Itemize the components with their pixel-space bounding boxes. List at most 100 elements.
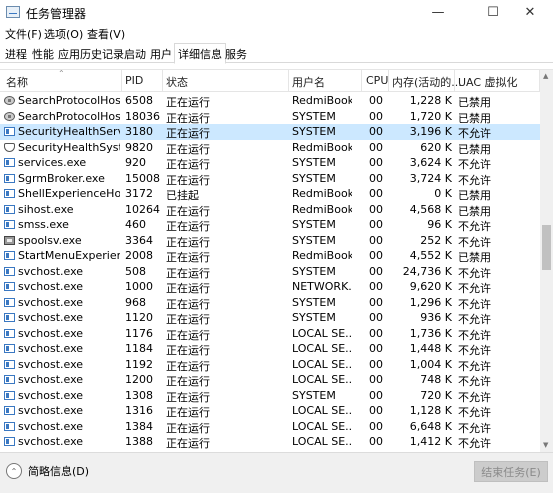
tab-app-history[interactable]: 应用历史记录 (55, 44, 127, 63)
col-header-pid[interactable]: PID (125, 74, 143, 87)
process-cpu: 00 (369, 125, 383, 138)
process-memory: 1,228 K (409, 94, 452, 107)
process-pid: 1316 (125, 404, 153, 417)
process-user: SYSTEM (292, 264, 336, 278)
table-row[interactable]: StartMenuExperien...2008正在运行RedmiBook004… (0, 248, 540, 264)
window-icon (4, 421, 15, 431)
tab-details[interactable]: 详细信息 (174, 43, 226, 64)
fewer-details-label: 简略信息(D) (28, 465, 90, 478)
table-row[interactable]: svchost.exe 1308 正在运行 SYSTEM 00 720 K 不允许 (0, 388, 540, 404)
table-row[interactable]: svchost.exe 1316 正在运行 LOCAL SE... 00 1,128 K不… (0, 403, 540, 419)
process-name: svchost.exe (18, 357, 84, 371)
process-cpu: 00 (369, 373, 383, 386)
process-memory: 6,648 K (409, 419, 452, 433)
col-header-name[interactable]: 名称 (6, 74, 28, 90)
window-icon (4, 375, 15, 384)
process-name: ShellExperienceHos... (18, 187, 120, 200)
chevron-up-icon: ⌃ (6, 463, 22, 479)
table-row[interactable]: svchost.exe 1388 正在运行 LOCAL SE... 00 1,412 K 不… (0, 434, 540, 450)
table-row[interactable]: svchost.exe1000正在运行NETWORK...009,620 K不允… (0, 279, 540, 295)
table-row[interactable]: services.exe 920 正在运行 SYSTEM 00 3,624 K 不允许 (0, 155, 540, 171)
scroll-thumb[interactable] (542, 225, 551, 270)
process-pid: 3364 (125, 233, 153, 247)
close-button[interactable]: ✕ (507, 0, 553, 25)
table-header: ⌃ 名称 PID 状态 用户名 CPU 内存(活动的... UAC 虚拟化 (0, 69, 540, 92)
process-cpu: 00 (369, 109, 383, 123)
table-row[interactable]: SearchProtocolHost...18036正在运行SYSTEM001,… (0, 109, 540, 125)
process-name: svchost.exe (18, 311, 84, 324)
table-row[interactable]: smss.exe 460 正在运行 SYSTEM 00 96 K 不允许 (0, 217, 540, 233)
menu-view[interactable]: 查看(V) (87, 26, 125, 42)
process-cpu: 00 (369, 202, 383, 216)
table-row[interactable]: svchost.exe 1200 正在运行 LOCAL SE... 00 748 K 不允许 (0, 372, 540, 388)
col-header-uac[interactable]: UAC 虚拟化 (458, 74, 518, 90)
fewer-details-button[interactable]: ⌃ 简略信息(D) (6, 463, 89, 479)
table-row[interactable]: SgrmBroker.exe 15008 正在运行 SYSTEM 00 3,724 K 不允… (0, 171, 540, 187)
minimize-button[interactable]: — (415, 0, 461, 25)
window-icon (4, 266, 15, 276)
table-row[interactable]: svchost.exe 1184 正在运行 LOCAL SE... 00 1,448 K不… (0, 341, 540, 357)
table-row[interactable]: svchost.exe 1176 正在运行 LOCAL SE... 00 1,736 K不… (0, 326, 540, 342)
process-cpu: 00 (369, 357, 383, 371)
process-user: SYSTEM (292, 233, 336, 247)
process-user: LOCAL SE... (292, 419, 352, 433)
footer-bar: ⌃ 简略信息(D) 结束任务(E) (0, 452, 553, 493)
scroll-down-arrow-icon[interactable]: ▼ (543, 441, 548, 449)
col-header-user[interactable]: 用户名 (292, 74, 325, 90)
table-row[interactable]: svchost.exe 1120 正在运行 SYSTEM 00 936 K 不允许 (0, 310, 540, 326)
process-user: RedmiBook (292, 187, 352, 200)
process-name: SearchProtocolHost... (18, 94, 120, 107)
tab-users[interactable]: 用户 (147, 44, 175, 63)
title-bar: 任务管理器 — ☐ ✕ (0, 0, 553, 25)
window-icon (4, 344, 15, 353)
col-header-memory[interactable]: 内存(活动的... (392, 74, 462, 90)
tab-performance[interactable]: 性能 (29, 44, 57, 63)
tab-startup[interactable]: 启动 (121, 44, 149, 63)
process-user: RedmiBook (292, 249, 352, 262)
process-memory: 1,004 K (409, 357, 452, 371)
table-row[interactable]: spoolsv.exe 3364 正在运行 SYSTEM 00 252 K 不允许 (0, 233, 540, 249)
tab-processes[interactable]: 进程 (2, 44, 30, 63)
table-row[interactable]: svchost.exe 508 正在运行 SYSTEM 00 24,736 K 不允许 (0, 264, 540, 280)
process-memory: 620 K (420, 140, 452, 154)
menu-file[interactable]: 文件(F) (5, 26, 42, 42)
process-memory: 4,552 K (409, 249, 452, 262)
vertical-scrollbar[interactable]: ▲ ▼ (540, 70, 553, 453)
process-cpu: 00 (369, 342, 383, 355)
table-row[interactable]: svchost.exe 968 正在运行 SYSTEM 00 1,296 K 不允许 (0, 295, 540, 311)
end-task-button[interactable]: 结束任务(E) (474, 461, 548, 482)
process-memory: 3,196 K (409, 125, 452, 138)
table-row[interactable]: SecurityHealthSystr...9820正在运行RedmiBook0… (0, 140, 540, 156)
process-pid: 1176 (125, 326, 153, 340)
process-name: svchost.exe (18, 280, 84, 293)
table-row[interactable]: svchost.exe 1192 正在运行 LOCAL SE... 00 1,004 K不… (0, 357, 540, 373)
process-name: svchost.exe (18, 326, 84, 340)
process-memory: 720 K (420, 388, 452, 402)
process-pid: 3180 (125, 125, 153, 138)
process-pid: 6508 (125, 94, 153, 107)
process-name: svchost.exe (18, 264, 84, 278)
process-user: LOCAL SE... (292, 342, 352, 355)
process-cpu: 00 (369, 140, 383, 154)
col-header-status[interactable]: 状态 (166, 74, 188, 90)
gear-icon (4, 96, 15, 105)
process-cpu: 00 (369, 326, 383, 340)
table-row[interactable]: sihost.exe 10264 正在运行 RedmiBook 00 4,568 K 已禁用 (0, 202, 540, 218)
table-row[interactable]: SearchProtocolHost...6508正在运行RedmiBook00… (0, 93, 540, 109)
process-user: LOCAL SE... (292, 373, 352, 386)
process-memory: 1,296 K (409, 295, 452, 309)
process-memory: 252 K (420, 233, 452, 247)
process-cpu: 00 (369, 218, 383, 231)
process-pid: 3172 (125, 187, 153, 200)
process-status: 正在运行 (166, 437, 210, 450)
process-cpu: 00 (369, 187, 383, 200)
process-memory: 936 K (420, 311, 452, 324)
table-row[interactable]: svchost.exe 1384 正在运行 LOCAL SE... 00 6,648 K不… (0, 419, 540, 435)
process-pid: 508 (125, 264, 146, 278)
table-row[interactable]: ShellExperienceHos...3172已挂起RedmiBook000… (0, 186, 540, 202)
menu-options[interactable]: 选项(O) (44, 26, 83, 42)
table-row[interactable]: SecurityHealthServi...3180正在运行SYSTEM003,… (0, 124, 540, 140)
col-header-cpu[interactable]: CPU (366, 74, 388, 87)
tab-services[interactable]: 服务 (222, 44, 250, 63)
scroll-up-arrow-icon[interactable]: ▲ (543, 72, 548, 80)
